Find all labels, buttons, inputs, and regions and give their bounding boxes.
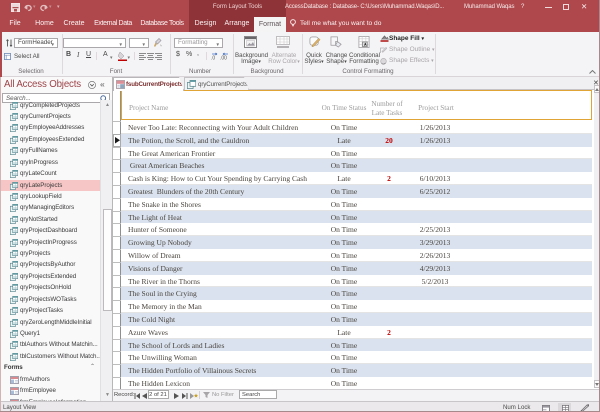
svg-text:.0: .0	[211, 56, 215, 61]
svg-text:.00: .00	[220, 56, 227, 61]
